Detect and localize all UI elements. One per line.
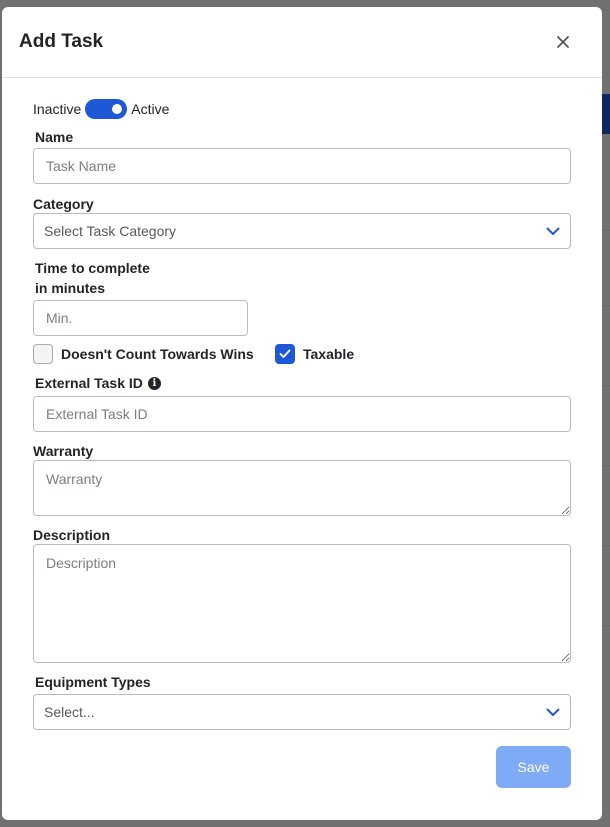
active-label: Active bbox=[131, 101, 170, 117]
time-label: Time to complete in minutes bbox=[35, 258, 150, 298]
close-icon bbox=[557, 36, 569, 48]
close-button[interactable] bbox=[554, 33, 572, 51]
save-button[interactable]: Save bbox=[496, 746, 571, 788]
chevron-down-icon bbox=[546, 708, 560, 716]
add-task-modal: Add Task Inactive Active Name Category S… bbox=[2, 7, 602, 820]
inactive-label: Inactive bbox=[33, 101, 82, 117]
time-minutes-input[interactable] bbox=[33, 300, 248, 336]
category-selected-value: Select Task Category bbox=[44, 223, 177, 239]
active-toggle[interactable] bbox=[85, 99, 128, 119]
equipment-selected-value: Select... bbox=[44, 704, 95, 720]
time-label-line2: in minutes bbox=[35, 280, 106, 296]
modal-header: Add Task bbox=[2, 7, 602, 78]
wins-checkbox-row: Doesn't Count Towards Wins bbox=[33, 344, 254, 364]
task-name-input[interactable] bbox=[33, 148, 571, 184]
checkmark-icon bbox=[279, 349, 291, 358]
warranty-textarea[interactable] bbox=[33, 460, 571, 516]
taxable-checkbox-row: Taxable bbox=[275, 344, 354, 364]
external-task-id-input[interactable] bbox=[33, 396, 571, 432]
time-label-line1: Time to complete bbox=[35, 260, 150, 276]
category-label: Category bbox=[33, 196, 94, 212]
wins-checkbox[interactable] bbox=[33, 344, 53, 364]
category-select[interactable]: Select Task Category bbox=[33, 213, 571, 249]
equipment-types-select[interactable]: Select... bbox=[33, 694, 571, 730]
modal-title: Add Task bbox=[19, 31, 104, 52]
equipment-types-label: Equipment Types bbox=[35, 674, 151, 690]
status-toggle-row: Inactive Active bbox=[33, 99, 169, 119]
external-id-label: External Task ID bbox=[35, 375, 143, 391]
info-icon[interactable]: i bbox=[147, 376, 161, 390]
taxable-checkbox[interactable] bbox=[275, 344, 295, 364]
description-label: Description bbox=[33, 527, 111, 543]
toggle-knob bbox=[112, 104, 123, 114]
taxable-label: Taxable bbox=[303, 346, 355, 362]
warranty-label: Warranty bbox=[33, 443, 94, 459]
name-label: Name bbox=[35, 129, 74, 145]
description-textarea[interactable] bbox=[33, 544, 571, 663]
external-id-label-row: External Task ID i bbox=[35, 373, 161, 393]
chevron-down-icon bbox=[546, 227, 560, 235]
wins-label: Doesn't Count Towards Wins bbox=[61, 346, 254, 362]
